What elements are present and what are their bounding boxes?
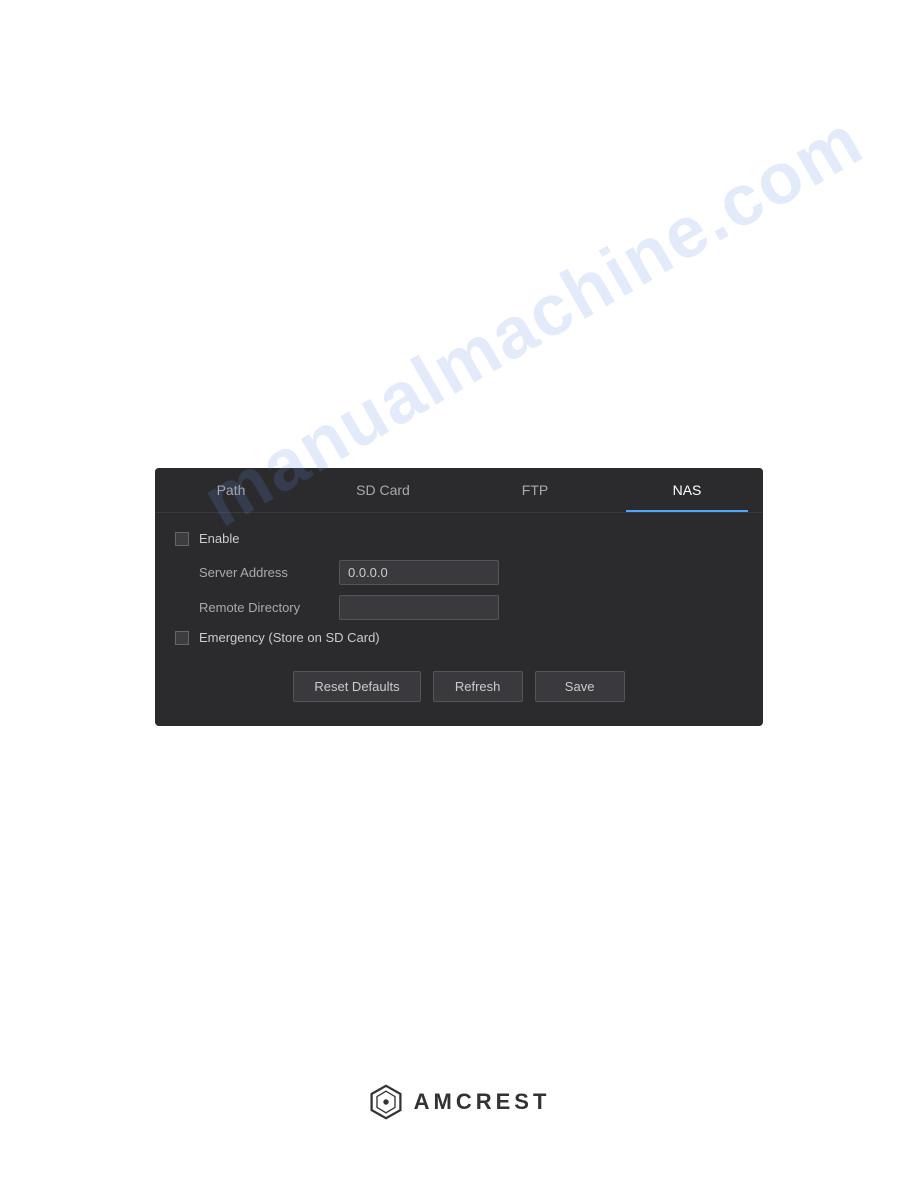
remote-directory-label: Remote Directory [199, 600, 339, 615]
amcrest-logo-text: AMCREST [414, 1089, 551, 1115]
server-address-row: Server Address [175, 560, 743, 585]
remote-directory-input[interactable] [339, 595, 499, 620]
tab-nas[interactable]: NAS [611, 468, 763, 512]
tab-ftp[interactable]: FTP [459, 468, 611, 512]
logo-area: AMCREST [0, 1084, 918, 1120]
tab-path[interactable]: Path [155, 468, 307, 512]
emergency-label: Emergency (Store on SD Card) [199, 630, 380, 645]
tabs-row: Path SD Card FTP NAS [155, 468, 763, 513]
main-panel: Path SD Card FTP NAS Enable Server Addre… [155, 468, 763, 726]
emergency-checkbox[interactable] [175, 631, 189, 645]
content-area: Enable Server Address Remote Directory E… [155, 513, 763, 726]
server-address-input[interactable] [339, 560, 499, 585]
enable-checkbox[interactable] [175, 532, 189, 546]
save-button[interactable]: Save [535, 671, 625, 702]
reset-defaults-button[interactable]: Reset Defaults [293, 671, 420, 702]
server-address-label: Server Address [199, 565, 339, 580]
enable-label: Enable [199, 531, 239, 546]
refresh-button[interactable]: Refresh [433, 671, 523, 702]
emergency-row: Emergency (Store on SD Card) [175, 630, 743, 645]
remote-directory-row: Remote Directory [175, 595, 743, 620]
amcrest-logo-icon [368, 1084, 404, 1120]
enable-row: Enable [175, 531, 743, 546]
tab-sdcard[interactable]: SD Card [307, 468, 459, 512]
buttons-row: Reset Defaults Refresh Save [175, 663, 743, 706]
